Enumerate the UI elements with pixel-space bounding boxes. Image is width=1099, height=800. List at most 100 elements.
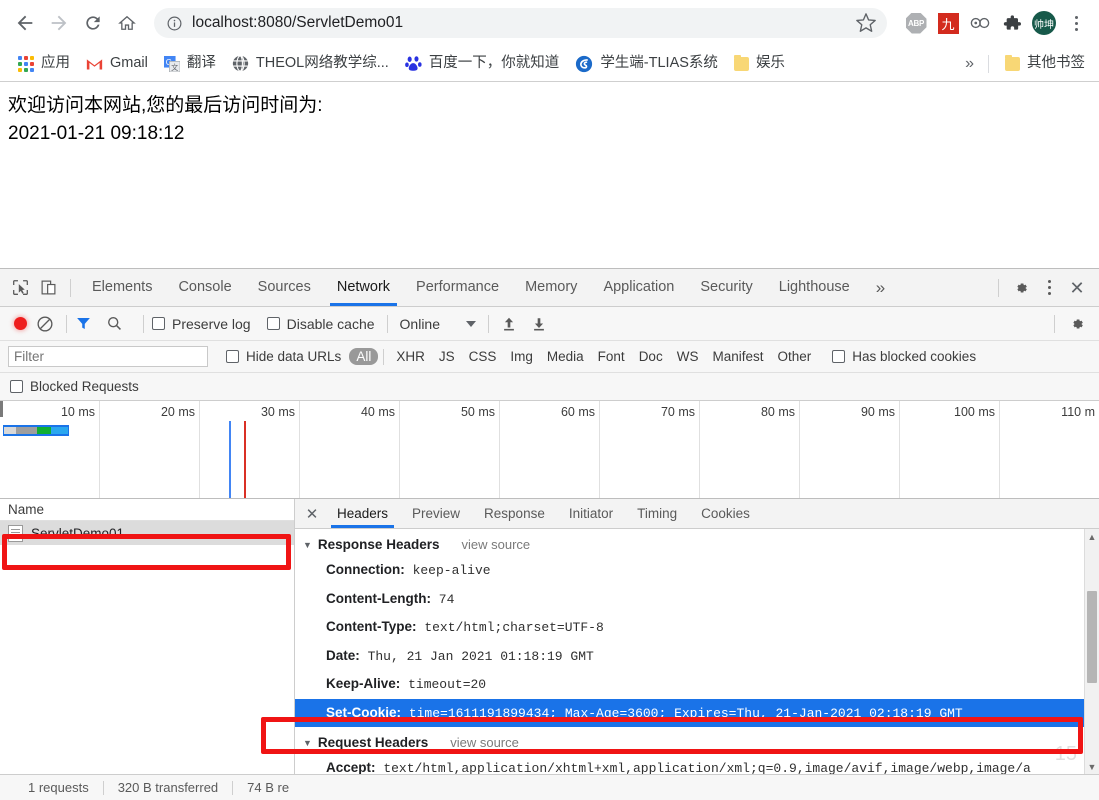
scroll-up-arrow-icon[interactable]: ▲ [1085, 529, 1099, 544]
response-headers-section-title[interactable]: ▼ Response Headers view source [295, 533, 1099, 556]
has-blocked-cookies-checkbox[interactable]: Has blocked cookies [832, 349, 976, 364]
extension-jiu[interactable]: 九 [933, 8, 963, 38]
tabs-overflow-button[interactable]: » [863, 269, 898, 306]
hide-data-urls-checkbox[interactable]: Hide data URLs [226, 349, 341, 364]
filter-type-doc[interactable]: Doc [632, 348, 670, 365]
scroll-down-arrow-icon[interactable]: ▼ [1085, 759, 1099, 774]
tab-network[interactable]: Network [324, 269, 403, 306]
blocked-requests-checkbox[interactable]: Blocked Requests [10, 379, 139, 394]
details-tab-cookies[interactable]: Cookies [689, 499, 762, 528]
devtools-settings-button[interactable] [1007, 274, 1035, 302]
search-icon[interactable] [106, 315, 123, 332]
preserve-log-label: Preserve log [172, 315, 251, 332]
bookmark-gmail[interactable]: Gmail [78, 53, 156, 74]
header-row-connection[interactable]: Connection: keep-alive [295, 556, 1099, 585]
network-settings-button[interactable] [1063, 310, 1091, 338]
request-name: ServletDemo01 [31, 525, 125, 541]
bookmark-baidu[interactable]: 百度一下，你就知道 [397, 52, 568, 75]
overview-waterfall-bar [3, 425, 69, 436]
inspect-element-button[interactable] [6, 274, 34, 302]
details-tab-response[interactable]: Response [472, 499, 557, 528]
divider [383, 348, 385, 365]
filter-type-media[interactable]: Media [540, 348, 591, 365]
filter-type-ws[interactable]: WS [670, 348, 706, 365]
bookmark-star-icon[interactable] [855, 12, 877, 34]
preserve-log-checkbox[interactable]: Preserve log [152, 316, 251, 332]
overview-cell: 50 ms [400, 401, 500, 498]
filter-input[interactable] [8, 346, 208, 367]
back-button[interactable] [8, 6, 42, 40]
tab-memory[interactable]: Memory [512, 269, 590, 306]
header-value: text/html;charset=UTF-8 [424, 620, 604, 635]
header-value: timeout=20 [408, 677, 487, 692]
record-button[interactable] [14, 317, 27, 330]
view-source-link[interactable]: view source [450, 735, 519, 750]
tab-lighthouse[interactable]: Lighthouse [766, 269, 863, 306]
filter-type-xhr[interactable]: XHR [389, 348, 432, 365]
export-har-icon[interactable] [531, 315, 547, 333]
tab-console[interactable]: Console [165, 269, 244, 306]
home-button[interactable] [110, 6, 144, 40]
request-headers-section-title[interactable]: ▼ Request Headers view source [295, 731, 1099, 754]
bookmark-theol[interactable]: THEOL网络教学综... [224, 52, 397, 75]
tab-application[interactable]: Application [590, 269, 687, 306]
other-bookmarks-button[interactable]: 其他书签 [997, 53, 1093, 74]
browser-menu-button[interactable] [1061, 8, 1091, 38]
header-row-set-cookie[interactable]: Set-Cookie: time=1611191899434; Max-Age=… [295, 698, 1099, 727]
requests-column-header[interactable]: Name [0, 499, 294, 521]
header-row-accept[interactable]: Accept: text/html,application/xhtml+xml,… [295, 754, 1099, 774]
details-close-button[interactable]: ✕ [299, 505, 325, 523]
request-row-servletdemo01[interactable]: ServletDemo01 [0, 521, 294, 545]
profile-avatar[interactable]: 帅坤 [1029, 8, 1059, 38]
bookmark-apps[interactable]: 应用 [10, 53, 78, 75]
tab-security[interactable]: Security [687, 269, 765, 306]
forward-button[interactable] [42, 6, 76, 40]
header-row-keep-alive[interactable]: Keep-Alive: timeout=20 [295, 670, 1099, 699]
scrollbar-thumb[interactable] [1087, 591, 1097, 683]
filter-type-css[interactable]: CSS [462, 348, 504, 365]
filter-type-js[interactable]: JS [432, 348, 462, 365]
tab-sources[interactable]: Sources [245, 269, 324, 306]
tab-performance[interactable]: Performance [403, 269, 512, 306]
filter-type-img[interactable]: Img [503, 348, 540, 365]
details-scrollbar[interactable]: ▲ ▼ [1084, 529, 1099, 774]
tab-elements[interactable]: Elements [79, 269, 165, 306]
import-har-icon[interactable] [501, 315, 517, 333]
details-tab-preview[interactable]: Preview [400, 499, 472, 528]
filter-type-manifest[interactable]: Manifest [705, 348, 770, 365]
bookmark-tlias[interactable]: 学生端-TLIAS系统 [567, 52, 726, 76]
throttling-dropdown[interactable]: Online [400, 316, 476, 332]
waterfall-segment-download [51, 427, 68, 434]
filter-type-all[interactable]: All [349, 348, 379, 365]
overview-cell: 110 m [1000, 401, 1099, 498]
network-overview-timeline[interactable]: 10 ms 20 ms 30 ms 40 ms 50 ms 60 ms 70 m… [0, 401, 1099, 499]
header-row-content-length[interactable]: Content-Length: 74 [295, 585, 1099, 614]
devtools-tabbar: Elements Console Sources Network Perform… [0, 269, 1099, 307]
reload-button[interactable] [76, 6, 110, 40]
extension-adblock-plus[interactable]: ABP [901, 8, 931, 38]
extension-link[interactable] [965, 8, 995, 38]
filter-type-other[interactable]: Other [770, 348, 818, 365]
bookmark-folder-entertainment[interactable]: 娱乐 [726, 53, 793, 74]
view-source-link[interactable]: view source [461, 537, 530, 552]
kebab-menu-icon [1064, 11, 1088, 35]
bookmark-label: THEOL网络教学综... [255, 55, 389, 72]
gear-icon [1017, 282, 1027, 293]
filter-type-font[interactable]: Font [591, 348, 632, 365]
clear-icon[interactable] [36, 315, 54, 333]
details-tab-initiator[interactable]: Initiator [557, 499, 625, 528]
header-row-content-type[interactable]: Content-Type: text/html;charset=UTF-8 [295, 613, 1099, 642]
details-tab-timing[interactable]: Timing [625, 499, 689, 528]
bookmark-translate[interactable]: G 文 翻译 [156, 53, 224, 75]
bookmark-label: 应用 [41, 55, 70, 72]
extensions-menu-button[interactable] [997, 8, 1027, 38]
filter-funnel-icon[interactable] [75, 315, 92, 332]
details-tab-headers[interactable]: Headers [325, 499, 400, 528]
bookmarks-overflow-button[interactable]: » [959, 55, 980, 73]
devtools-close-button[interactable]: ✕ [1063, 274, 1091, 302]
device-toolbar-button[interactable] [34, 274, 62, 302]
disable-cache-checkbox[interactable]: Disable cache [266, 316, 375, 332]
devtools-more-button[interactable] [1035, 274, 1063, 302]
address-bar[interactable]: localhost:8080/ServletDemo01 [154, 8, 887, 38]
header-row-date[interactable]: Date: Thu, 21 Jan 2021 01:18:19 GMT [295, 642, 1099, 671]
